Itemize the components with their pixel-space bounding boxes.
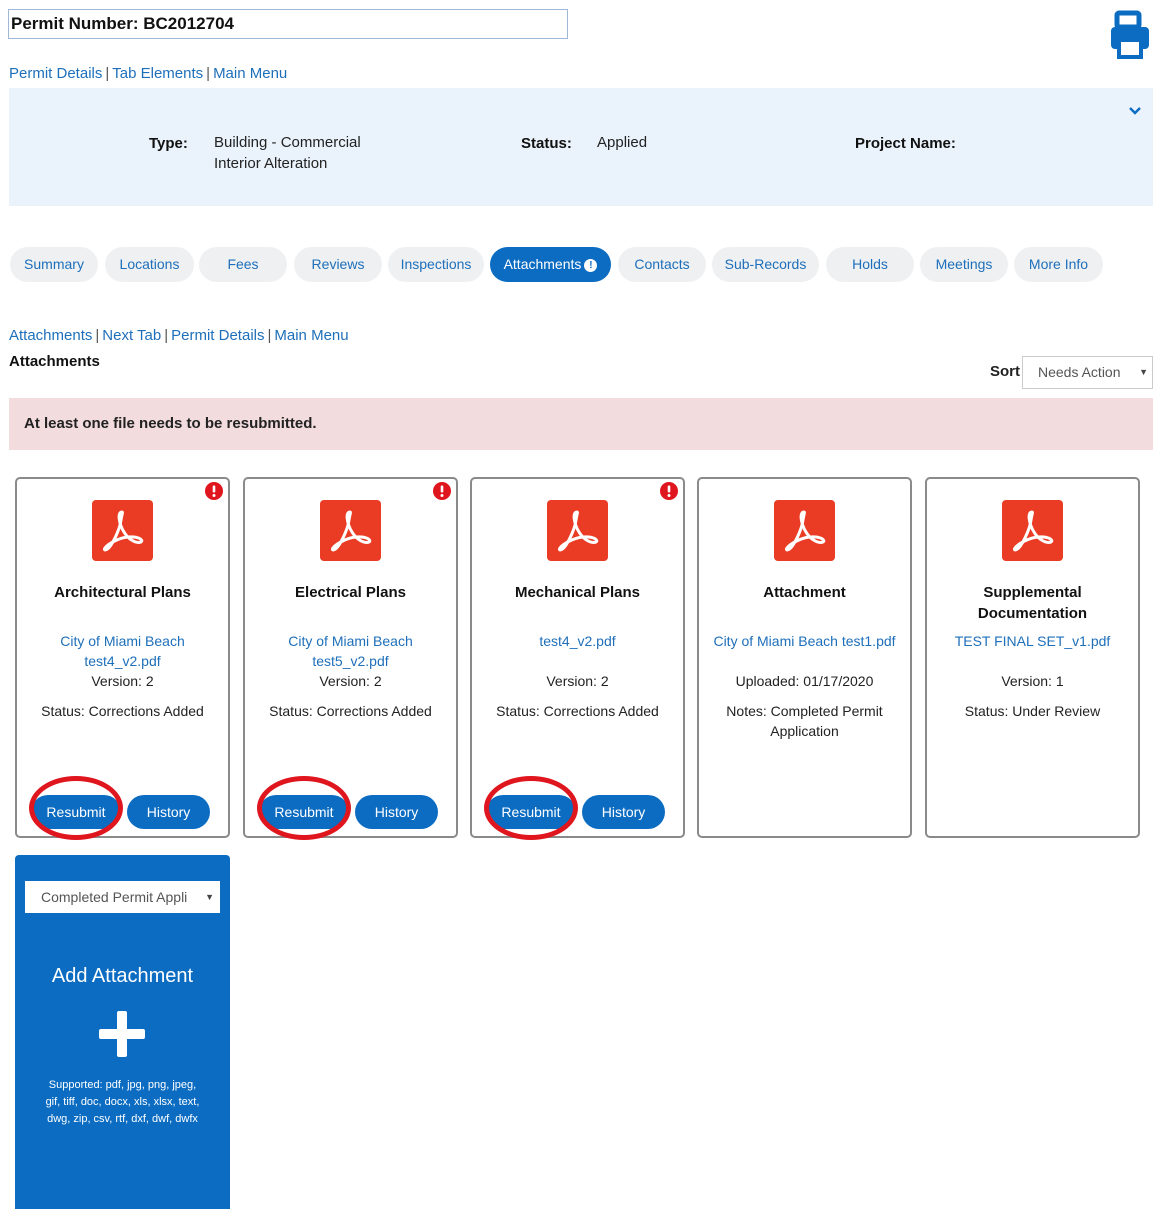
attachment-card-attachment: Attachment City of Miami Beach test1.pdf… [697, 477, 912, 838]
tab-more-info[interactable]: More Info [1014, 247, 1103, 282]
section-link-bar: Attachments | Next Tab | Permit Details | Main… [9, 327, 349, 344]
supported-formats: Supported: pdf, jpg, png, jpeg, gif, tiff… [33, 1077, 212, 1128]
tab-sub-records[interactable]: Sub-Records [712, 247, 819, 282]
tab-locations[interactable]: Locations [105, 247, 194, 282]
pdf-icon [92, 500, 153, 561]
tab-attachments[interactable]: Attachments! [490, 247, 611, 282]
card-notes-line: Application [770, 723, 839, 739]
dropdown-arrow-icon: ▼ [205, 892, 214, 902]
tab-summary[interactable]: Summary [10, 247, 98, 282]
add-attachment-title: Add Attachment [51, 965, 194, 987]
file-link-line: test4_v2.pdf [84, 653, 161, 669]
tab-meetings[interactable]: Meetings [920, 247, 1008, 282]
top-link-bar: Permit Details | Tab Elements | Main Menu [9, 65, 288, 82]
file-link-line: City of Miami Beach [288, 633, 413, 649]
card-version: Version: 2 [546, 673, 609, 689]
tab-holds[interactable]: Holds [826, 247, 914, 282]
add-attachment-card[interactable]: Completed Permit Appli ▼ Add Attachment S… [15, 855, 230, 1209]
file-link-line: City of Miami Beach [60, 633, 185, 649]
card-version: Version: 2 [319, 673, 382, 689]
card-title-line: Supplemental [983, 584, 1082, 601]
pdf-icon [547, 500, 608, 561]
type-value-2: Interior Alteration [214, 155, 328, 172]
tab-inspections[interactable]: Inspections [388, 247, 484, 282]
tab-reviews[interactable]: Reviews [294, 247, 382, 282]
link-main-menu[interactable]: Main Menu [213, 65, 287, 82]
link-main-menu-2[interactable]: Main Menu [274, 327, 348, 344]
history-button[interactable]: History [355, 795, 438, 829]
history-button[interactable]: History [127, 795, 210, 829]
supported-line: dwg, zip, csv, rtf, dxf, dwf, dwfx [47, 1113, 198, 1125]
tab-attachments-label: Attachments [503, 256, 582, 272]
card-status: Status: Corrections Added [41, 703, 204, 719]
printer-icon[interactable] [1108, 10, 1153, 60]
card-version: Version: 1 [1001, 673, 1064, 689]
card-notes: Notes: Completed Permit Application [704, 701, 905, 741]
card-version: Version: 2 [91, 673, 154, 689]
link-permit-details[interactable]: Permit Details [9, 65, 102, 82]
chevron-down-icon[interactable] [1128, 104, 1142, 118]
attachment-card-electrical: Electrical Plans City of Miami Beach test… [243, 477, 458, 840]
card-title: Architectural Plans [54, 584, 191, 601]
project-name-label: Project Name: [855, 135, 956, 152]
sort-select[interactable]: Needs Action ▼ [1022, 356, 1153, 389]
plus-icon[interactable] [99, 1011, 145, 1057]
permit-number-field: Permit Number: BC2012704 [8, 9, 568, 39]
attachment-card-architectural: Architectural Plans City of Miami Beach t… [15, 477, 230, 840]
card-notes-line: Notes: Completed Permit [726, 703, 883, 719]
file-link[interactable]: TEST FINAL SET_v1.pdf [932, 631, 1133, 651]
pdf-icon [774, 500, 835, 561]
link-next-tab[interactable]: Next Tab [102, 327, 161, 344]
card-status: Status: Corrections Added [269, 703, 432, 719]
status-value: Applied [597, 134, 648, 151]
supported-line: gif, tiff, doc, docx, xls, xlsx, text, [45, 1096, 200, 1108]
tab-fees[interactable]: Fees [199, 247, 287, 282]
type-value-1: Building - Commercial [214, 134, 361, 151]
file-link[interactable]: City of Miami Beach test4_v2.pdf [22, 631, 223, 671]
resubmit-button[interactable]: Resubmit [486, 795, 576, 829]
attachment-card-supplemental: Supplemental Documentation TEST FINAL SET… [925, 477, 1140, 838]
section-title: Attachments [9, 353, 100, 370]
link-tab-elements[interactable]: Tab Elements [112, 65, 203, 82]
file-link[interactable]: City of Miami Beach test5_v2.pdf [250, 631, 451, 671]
alert-icon [660, 482, 678, 500]
card-title: Attachment [763, 584, 846, 601]
history-button[interactable]: History [582, 795, 665, 829]
file-link[interactable]: test4_v2.pdf [477, 631, 678, 651]
link-attachments[interactable]: Attachments [9, 327, 92, 344]
attachment-card-mechanical: Mechanical Plans test4_v2.pdf Version: 2… [470, 477, 685, 840]
alert-icon [433, 482, 451, 500]
file-link-line: test5_v2.pdf [312, 653, 389, 669]
card-title: Electrical Plans [295, 584, 406, 601]
card-title: Mechanical Plans [514, 584, 641, 601]
alert-icon [205, 482, 223, 500]
dropdown-arrow-icon: ▼ [1139, 367, 1148, 377]
pdf-icon [320, 500, 381, 561]
sort-label: Sort [990, 363, 1020, 380]
card-uploaded: Uploaded: 01/17/2020 [735, 673, 874, 689]
tab-contacts[interactable]: Contacts [618, 247, 706, 282]
supported-line: Supported: pdf, jpg, png, jpeg, [48, 1079, 197, 1091]
status-label: Status: [521, 135, 572, 152]
resubmit-button[interactable]: Resubmit [31, 795, 121, 829]
type-label: Type: [149, 135, 188, 152]
attachment-type-value: Completed Permit Appli [41, 889, 188, 905]
file-link[interactable]: City of Miami Beach test1.pdf [704, 631, 905, 651]
card-status: Status: Corrections Added [496, 703, 659, 719]
card-status: Status: Under Review [964, 703, 1101, 719]
attachment-type-select[interactable]: Completed Permit Appli ▼ [25, 881, 220, 913]
resubmit-button[interactable]: Resubmit [259, 795, 349, 829]
pdf-icon [1002, 500, 1063, 561]
card-title-line: Documentation [977, 605, 1088, 622]
card-title: Supplemental Documentation [932, 582, 1133, 624]
resubmit-alert: At least one file needs to be resubmitte… [9, 398, 1153, 450]
link-permit-details-2[interactable]: Permit Details [171, 327, 264, 344]
alert-icon: ! [584, 259, 598, 272]
sort-select-value: Needs Action [1038, 364, 1121, 380]
